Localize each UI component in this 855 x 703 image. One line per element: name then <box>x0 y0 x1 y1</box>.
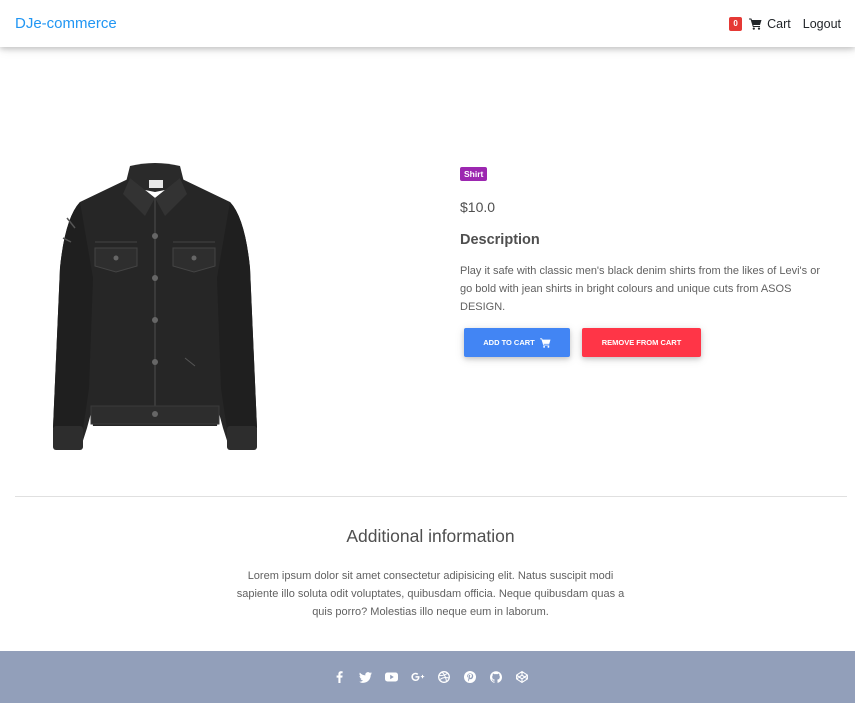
product-image <box>45 158 265 458</box>
additional-info-heading: Additional information <box>346 526 515 546</box>
pinterest-icon[interactable] <box>463 670 477 684</box>
twitter-icon[interactable] <box>359 670 373 684</box>
codepen-icon[interactable] <box>515 670 529 684</box>
youtube-icon[interactable] <box>385 670 399 684</box>
facebook-icon[interactable] <box>333 670 347 684</box>
cart-link[interactable]: Cart <box>749 17 791 31</box>
product-price: $10.0 <box>460 199 496 215</box>
cart-count-badge: 0 <box>729 16 743 31</box>
github-icon[interactable] <box>489 670 503 684</box>
brand-link[interactable]: DJe-commerce <box>15 15 117 32</box>
logout-link[interactable]: Logout <box>803 17 841 31</box>
category-badge[interactable]: Shirt <box>460 167 488 181</box>
shopping-cart-icon <box>539 337 551 348</box>
description-heading: Description <box>460 232 540 248</box>
navbar: DJe-commerce 0 Cart Logout <box>0 0 855 47</box>
dribbble-icon[interactable] <box>437 670 451 684</box>
nav-right: 0 Cart Logout <box>729 16 841 31</box>
add-to-cart-label: ADD TO CART <box>483 338 535 347</box>
divider <box>15 496 847 497</box>
product-info: Shirt $10.0 Description Play it safe wit… <box>460 164 835 357</box>
social-links <box>333 670 529 684</box>
additional-info-text: Lorem ipsum dolor sit amet consectetur a… <box>236 570 625 618</box>
remove-from-cart-button[interactable]: REMOVE FROM CART <box>582 328 701 357</box>
shopping-cart-icon <box>749 18 762 30</box>
description-text: Play it safe with classic men's black de… <box>460 265 820 313</box>
denim-jacket-image <box>53 163 257 450</box>
footer <box>0 651 855 703</box>
add-to-cart-button[interactable]: ADD TO CART <box>464 328 570 357</box>
cart-label: Cart <box>767 16 791 31</box>
additional-info-section: Additional information Lorem ipsum dolor… <box>0 526 855 621</box>
google-plus-icon[interactable] <box>410 670 425 684</box>
cart-actions: ADD TO CART REMOVE FROM CART <box>460 328 835 357</box>
